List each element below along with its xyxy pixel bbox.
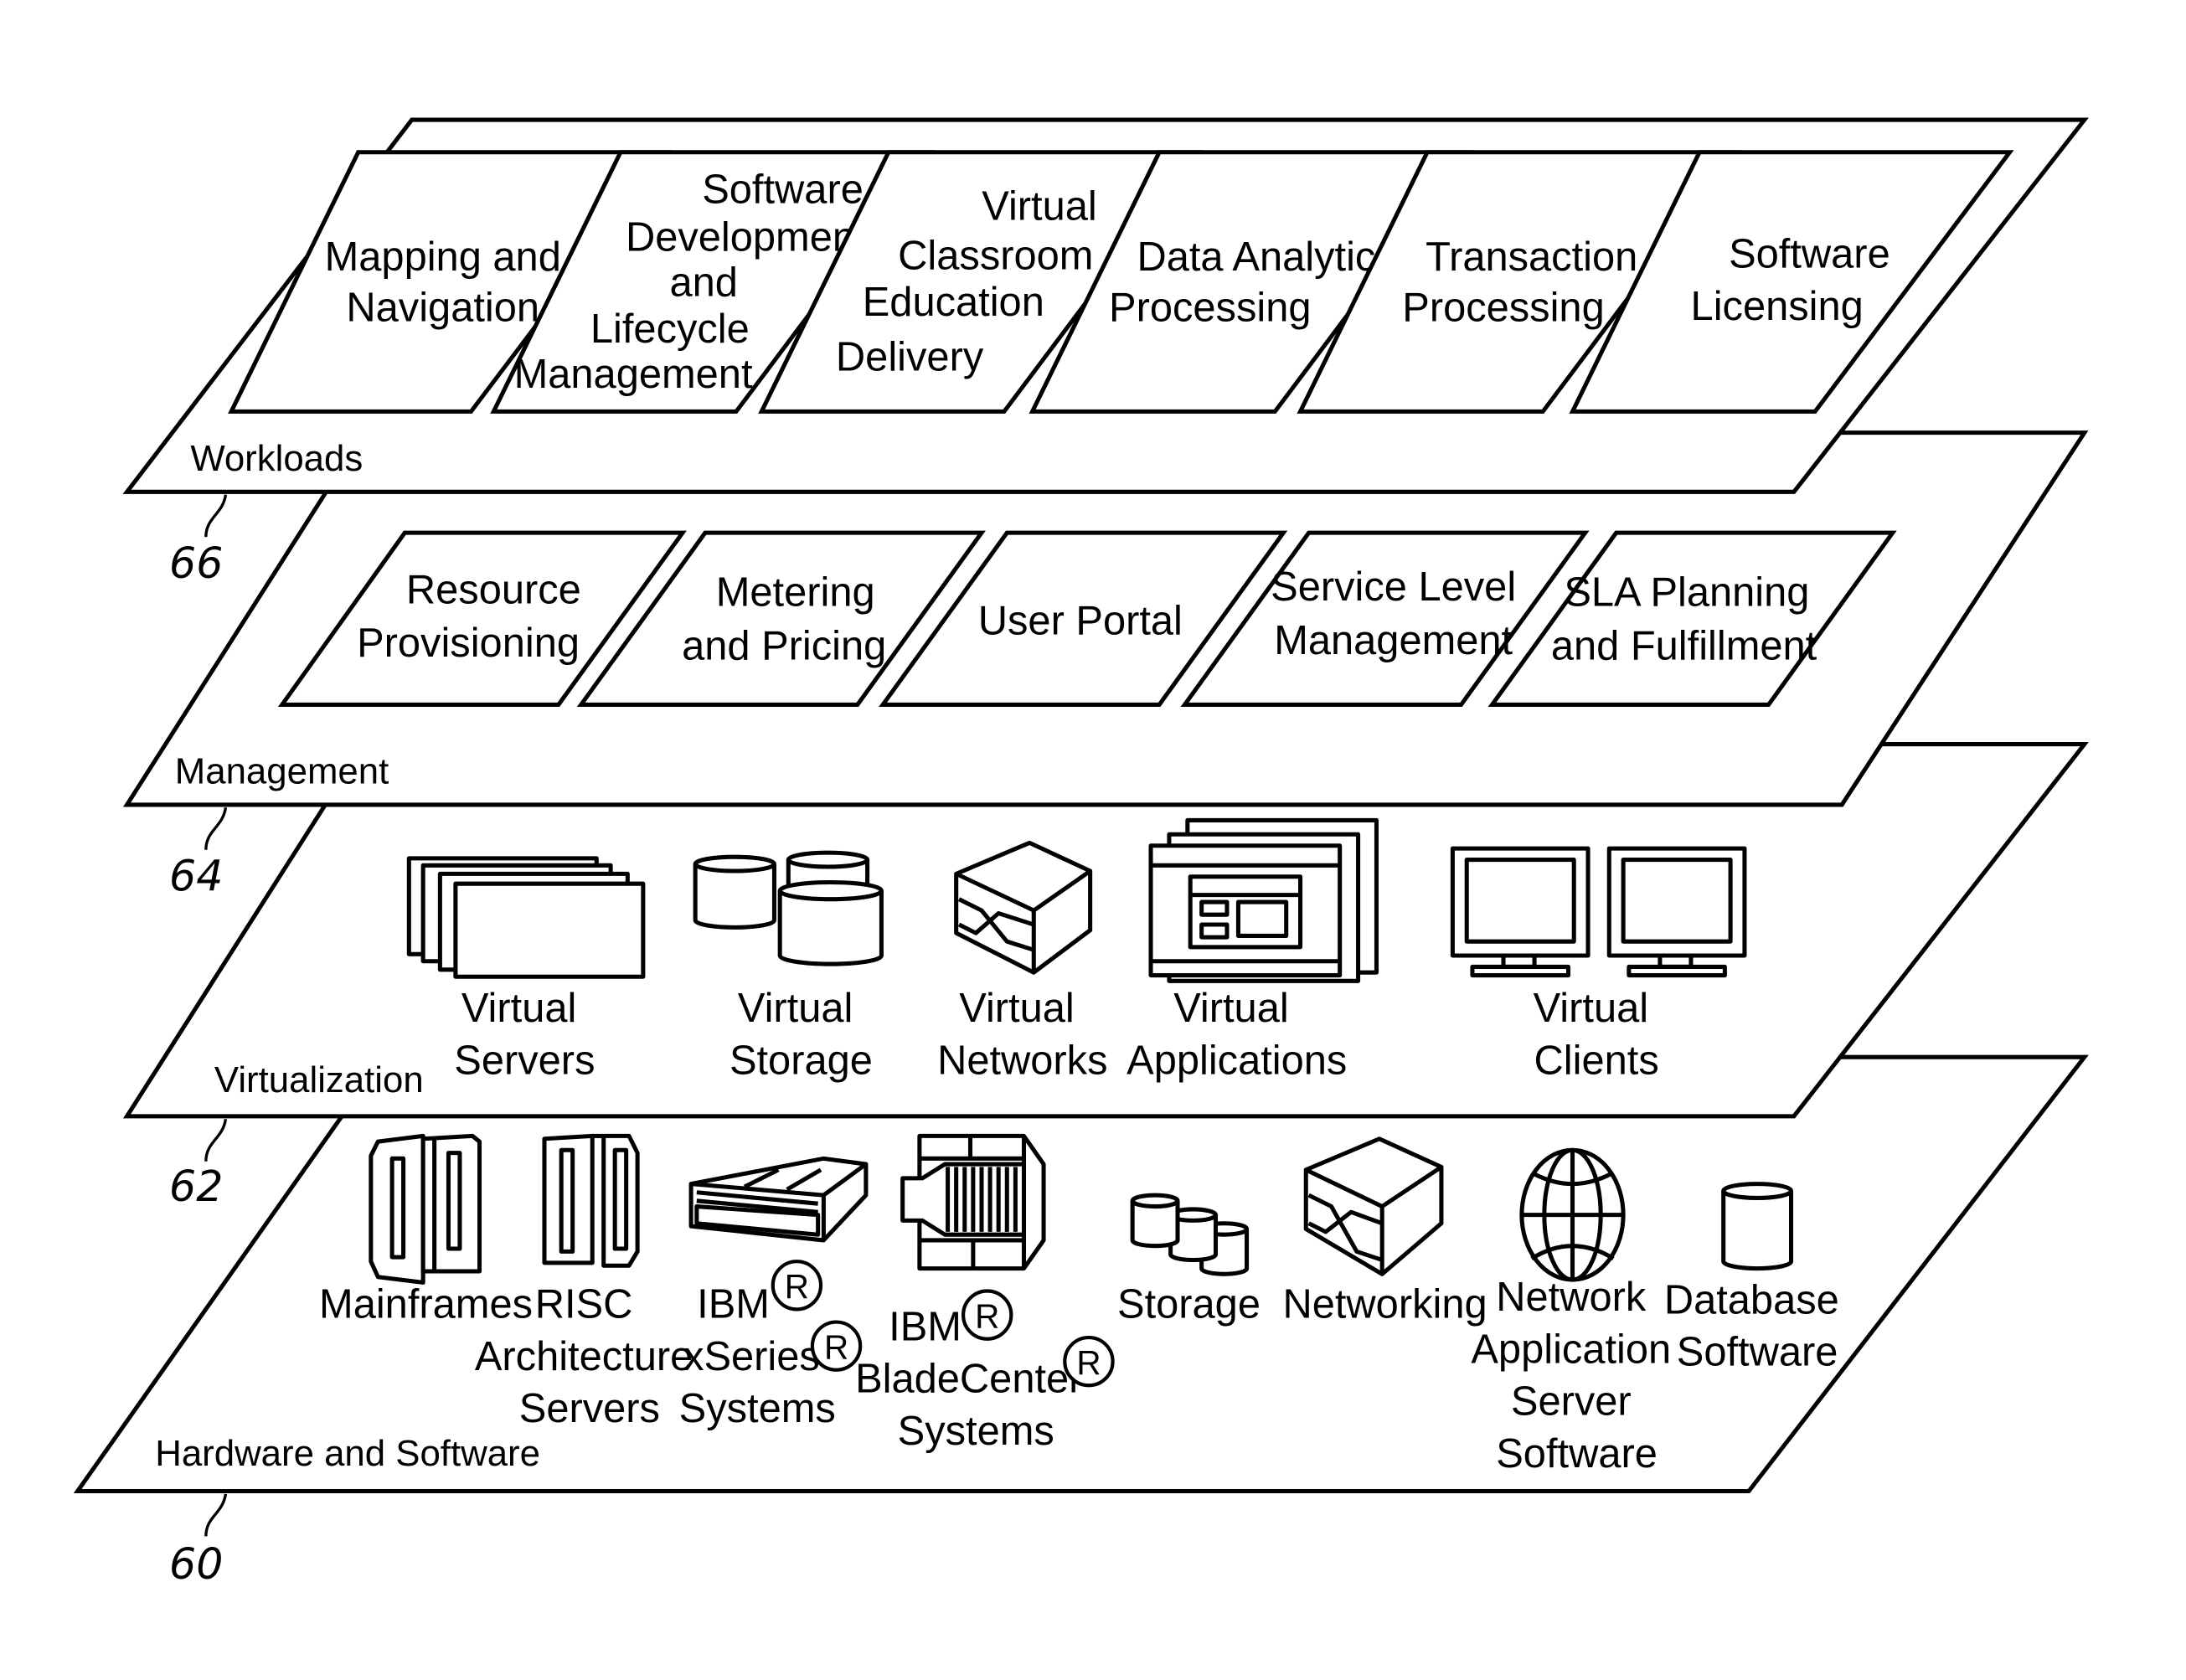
ref-number: 64 [169,852,223,901]
mainframe-icon [369,1133,482,1285]
globe-icon [1519,1147,1626,1282]
ref-number: 66 [169,539,223,588]
layer-label: Hardware and Software [155,1433,540,1474]
registered-mark-icon: R [810,1320,863,1372]
layer-hardware-software: Hardware and Software 60 Mainframes RISC… [73,1054,2089,1589]
registered-mark-icon: R [961,1289,1013,1341]
ref-leader [204,1118,228,1162]
svg-text:R: R [785,1267,809,1306]
registered-mark-icon: R [1063,1335,1115,1388]
risc-server-icon [542,1133,640,1268]
ref-leader [204,1493,228,1537]
svg-text:R: R [975,1296,999,1335]
registered-mark-icon: R [771,1260,823,1312]
ref-number: 62 [169,1162,223,1211]
item-label: Mainframes [319,1282,533,1327]
item-label: Networking [1282,1282,1487,1327]
layer-label: Management [175,751,389,792]
layer-label: Workloads [190,438,363,479]
svg-text:R: R [824,1327,848,1366]
database-icon [1721,1182,1794,1271]
ref-leader [204,494,228,538]
cloud-abstraction-layers-diagram: Hardware and Software 60 Mainframes RISC… [0,0,2186,1680]
ref-number: 60 [169,1539,223,1589]
svg-text:R: R [1076,1343,1101,1382]
stacked-servers-icon [406,856,646,979]
application-windows-icon [1148,817,1379,983]
layer-label: Virtualization [214,1059,424,1100]
ref-leader [204,807,228,850]
diagram-canvas: Hardware and Software 60 Mainframes RISC… [73,117,2089,1589]
svg-text:User Portal: User Portal [978,598,1183,643]
item-label: Storage [1117,1282,1261,1327]
bladecenter-icon [900,1133,1046,1271]
